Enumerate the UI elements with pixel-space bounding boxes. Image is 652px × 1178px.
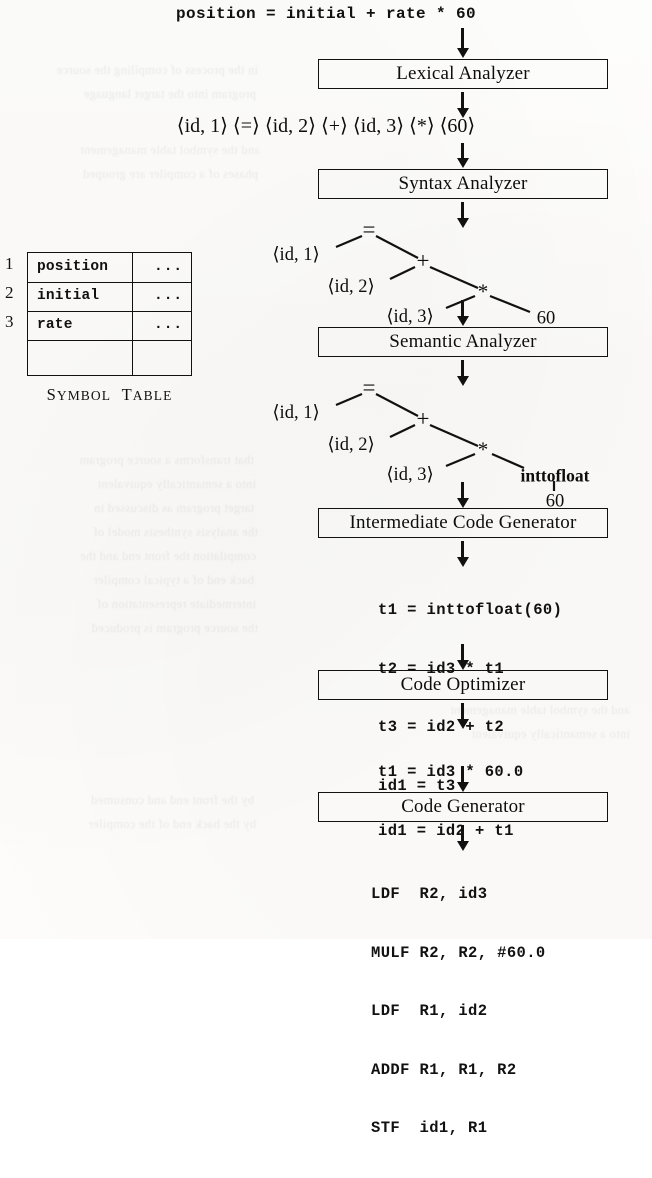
code-line: id1 = id2 + t1 bbox=[378, 821, 514, 840]
arrow-tokens-to-syntax bbox=[461, 143, 464, 159]
semantic-tree: = ⟨id, 1⟩ + ⟨id, 2⟩ * ⟨id, 3⟩ inttofloat… bbox=[272, 375, 618, 512]
caption-smallcaps-able: ABLE bbox=[132, 388, 173, 403]
phase-box-syntax-analyzer[interactable]: Syntax Analyzer bbox=[318, 169, 608, 199]
caption-cap-t: T bbox=[121, 385, 133, 404]
symbol-table-row-index: 1 bbox=[5, 254, 14, 273]
phase-label: Intermediate Code Generator bbox=[349, 512, 577, 533]
symbol-table-row-index: 2 bbox=[5, 283, 14, 302]
tree-node-id2: ⟨id, 2⟩ bbox=[327, 435, 375, 455]
tree-node-id3: ⟨id, 3⟩ bbox=[386, 307, 434, 327]
phase-box-code-optimizer[interactable]: Code Optimizer bbox=[318, 670, 608, 700]
arrow-lexical-to-tokens bbox=[461, 92, 464, 109]
arrow-tree-to-semantic bbox=[461, 300, 464, 317]
phase-label: Code Generator bbox=[401, 796, 525, 817]
tree-node-star: * bbox=[477, 279, 489, 304]
arrow-code-to-optimizer bbox=[461, 644, 464, 661]
symbol-table-cell-name: rate bbox=[37, 317, 73, 333]
code-line: ADDF R1, R1, R2 bbox=[371, 1060, 517, 1079]
code-line: LDF R2, id3 bbox=[371, 885, 488, 903]
symbol-table-caption: SYMBOL TABLE bbox=[27, 385, 192, 405]
arrow-syntax-to-tree bbox=[461, 202, 464, 219]
tree-node-id1: ⟨id, 1⟩ bbox=[272, 403, 320, 423]
token-stream-text: ⟨id, 1⟩ ⟨=⟩ ⟨id, 2⟩ ⟨+⟩ ⟨id, 3⟩ ⟨*⟩ ⟨60⟩ bbox=[176, 115, 476, 137]
tree-node-id2: ⟨id, 2⟩ bbox=[327, 277, 375, 297]
tree-node-plus: + bbox=[416, 248, 430, 273]
arrow-optcode-to-codegen bbox=[461, 766, 464, 783]
phase-label: Semantic Analyzer bbox=[389, 331, 537, 352]
symbol-table-row-divider bbox=[28, 282, 191, 284]
arrow-source-to-lexical bbox=[461, 28, 464, 49]
syntax-tree: = ⟨id, 1⟩ + ⟨id, 2⟩ * ⟨id, 3⟩ 60 bbox=[272, 217, 618, 329]
compiler-phases-diagram: position = initial + rate * 60 Lexical A… bbox=[0, 0, 652, 1137]
tree-node-assign: = bbox=[362, 217, 376, 242]
symbol-table-cell-attributes: ... bbox=[154, 259, 184, 275]
symbol-table-cell-attributes: ... bbox=[154, 317, 184, 333]
tree-node-star: * bbox=[477, 437, 489, 462]
code-line: STF id1, R1 bbox=[371, 1119, 488, 1137]
caption-cap-s: S bbox=[46, 385, 57, 404]
symbol-table-cell-name: position bbox=[37, 259, 109, 275]
symbol-table-row-divider bbox=[28, 311, 191, 313]
source-program-text: position = initial + rate * 60 bbox=[175, 5, 477, 23]
phase-box-semantic-analyzer[interactable]: Semantic Analyzer bbox=[318, 327, 608, 357]
symbol-table-cell-attributes: ... bbox=[154, 288, 184, 304]
symbol-table-column-divider bbox=[132, 253, 134, 375]
arrow-semtree-to-icg bbox=[461, 482, 464, 499]
tree-node-inttofloat: inttofloat bbox=[520, 465, 590, 486]
symbol-table-row-divider bbox=[28, 340, 191, 342]
phase-label: Lexical Analyzer bbox=[396, 63, 530, 84]
arrow-optimizer-to-code bbox=[461, 703, 464, 720]
tree-node-plus: + bbox=[416, 406, 430, 431]
phase-box-code-generator[interactable]: Code Generator bbox=[318, 792, 608, 822]
symbol-table[interactable]: position ... initial ... rate ... bbox=[27, 252, 192, 376]
arrow-semantic-to-tree bbox=[461, 360, 464, 377]
code-line: MULF R2, R2, #60.0 bbox=[371, 943, 546, 962]
tree-node-id3: ⟨id, 3⟩ bbox=[386, 465, 434, 485]
phase-box-lexical-analyzer[interactable]: Lexical Analyzer bbox=[318, 59, 608, 89]
phase-box-intermediate-code-generator[interactable]: Intermediate Code Generator bbox=[318, 508, 608, 538]
target-code-block: LDF R2, id3 MULF R2, R2, #60.0 LDF R1, i… bbox=[371, 846, 546, 1178]
code-line: t1 = inttofloat(60) bbox=[378, 601, 563, 619]
arrow-icg-to-code bbox=[461, 541, 464, 558]
tree-node-id1: ⟨id, 1⟩ bbox=[272, 245, 320, 265]
code-line: t1 = id3 * 60.0 bbox=[378, 763, 524, 781]
tree-node-assign: = bbox=[362, 375, 376, 400]
phase-label: Syntax Analyzer bbox=[398, 173, 528, 194]
symbol-table-cell-name: initial bbox=[37, 288, 100, 304]
caption-smallcaps-ymbol: YMBOL bbox=[56, 388, 112, 403]
symbol-table-row-index: 3 bbox=[5, 312, 14, 331]
phase-label: Code Optimizer bbox=[400, 674, 526, 695]
arrow-codegen-to-target bbox=[461, 825, 464, 842]
code-line: LDF R1, id2 bbox=[371, 1002, 488, 1020]
